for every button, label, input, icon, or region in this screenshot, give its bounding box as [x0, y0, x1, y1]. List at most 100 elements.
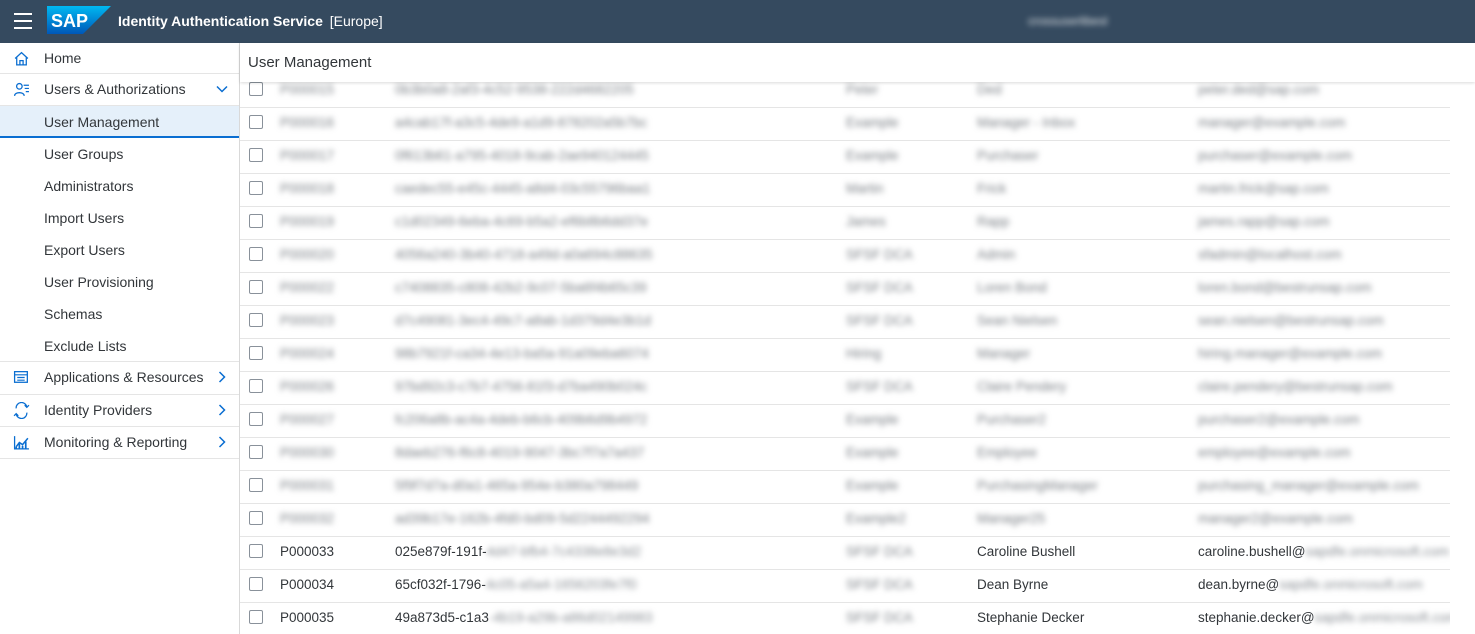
row-checkbox[interactable]	[249, 247, 263, 261]
email: james.rapp@sap.com	[1198, 214, 1330, 229]
email-hidden: sapdfe.onmicrosoft.com	[1314, 610, 1450, 625]
sidebar-item-user-provisioning[interactable]: User Provisioning	[0, 266, 239, 298]
user-id: P000017	[280, 148, 335, 163]
first-name: SFSF DCA	[846, 313, 913, 328]
last-name: Claire Pendery	[977, 379, 1067, 394]
app-title: Identity Authentication Service [Europe]	[118, 13, 383, 29]
sidebar-item-schemas[interactable]: Schemas	[0, 298, 239, 330]
email: purchasing_manager@example.com	[1198, 478, 1419, 493]
table-row[interactable]: P000018 caedec55-e45c-4445-a8d4-03c55796…	[240, 173, 1450, 207]
sidebar-item-user-groups[interactable]: User Groups	[0, 138, 239, 170]
table-row[interactable]: P000034 65cf032f-1796-4c05-a5a4-1656203f…	[240, 569, 1450, 603]
table-row[interactable]: P000030 8daeb276-f6c8-4019-9047-3bc7f7a7…	[240, 437, 1450, 471]
sap-logo[interactable]: SAP	[47, 6, 111, 34]
last-name: PurchasingManager	[977, 478, 1098, 493]
chevron-right-icon[interactable]	[215, 403, 229, 417]
nav-users-authorizations[interactable]: Users & Authorizations	[0, 74, 239, 106]
nav-home[interactable]: Home	[0, 43, 239, 74]
table-row[interactable]: P000031 5f9f7d7a-d0a1-465a-954e-b380a798…	[240, 470, 1450, 504]
sidebar-item-exclude-lists[interactable]: Exclude Lists	[0, 330, 239, 362]
chevron-right-icon[interactable]	[215, 435, 229, 449]
nav-identity-providers[interactable]: Identity Providers	[0, 395, 239, 427]
email: sean.nielsen@bestrunsap.com	[1198, 313, 1384, 328]
table-row[interactable]: P000035 49a873d5-c1a3-4b19-a29b-a86d0214…	[240, 602, 1450, 634]
row-checkbox[interactable]	[249, 478, 263, 492]
row-checkbox[interactable]	[249, 412, 263, 426]
sidebar-item-label: Exclude Lists	[44, 338, 127, 354]
user-menu[interactable]: crossuserlibesl	[1028, 14, 1107, 28]
region-label: [Europe]	[329, 13, 383, 29]
user-uuid: caedec55-e45c-4445-a8d4-03c55796baa1	[395, 181, 651, 196]
sidebar-item-user-management[interactable]: User Management	[0, 106, 239, 138]
uuid-hidden: -4b19-a29b-a86d02149983	[488, 610, 653, 625]
user-uuid: 49a873d5-c1a3-4b19-a29b-a86d02149983	[395, 610, 653, 625]
table-row[interactable]: P000032 ad39b17e-162b-4fd0-bd09-5d224449…	[240, 503, 1450, 537]
row-checkbox[interactable]	[249, 610, 263, 624]
row-checkbox[interactable]	[249, 379, 263, 393]
nav-identity-providers-label: Identity Providers	[44, 402, 153, 418]
table-row[interactable]: P000023 d7c49081-3ec4-49c7-a8ab-1d379d4e…	[240, 305, 1450, 339]
row-checkbox[interactable]	[249, 577, 263, 591]
last-name: Manager25	[977, 511, 1046, 526]
table-row[interactable]: P000015 0b3b0a8-2af3-4c52-9538-222d46822…	[240, 82, 1450, 108]
monitoring-icon	[13, 436, 29, 450]
user-id: P000034	[280, 577, 335, 592]
last-name: Purchaser2	[977, 412, 1047, 427]
first-name: Example	[846, 445, 899, 460]
sidebar-item-import-users[interactable]: Import Users	[0, 202, 239, 234]
users-submenu: User Management User Groups Administrato…	[0, 106, 239, 362]
sidebar-item-label: Import Users	[44, 210, 125, 226]
user-id: P000024	[280, 346, 335, 361]
table-row[interactable]: P000024 98b7921f-ca34-4e13-ba5a-91a09eba…	[240, 338, 1450, 372]
row-checkbox[interactable]	[249, 511, 263, 525]
row-checkbox[interactable]	[249, 544, 263, 558]
table-row[interactable]: P000020 4056a240-3b40-4718-a49d-a0a694c8…	[240, 239, 1450, 273]
table-row[interactable]: P000017 0f613b61-a795-4018-9cab-2ae94012…	[240, 140, 1450, 174]
row-checkbox[interactable]	[249, 313, 263, 327]
table-row[interactable]: P000019 c1d02349-6eba-4c69-b5a2-ef6b8b6d…	[240, 206, 1450, 240]
user-id: P000016	[280, 115, 335, 130]
uuid-hidden: 4c05-a5a4-1656203fe7f0	[485, 577, 637, 592]
table-row[interactable]: P000022 c7408835-c808-42b2-9c07-5ba6f4b6…	[240, 272, 1450, 306]
row-checkbox[interactable]	[249, 148, 263, 162]
last-name: Stephanie Decker	[977, 610, 1085, 625]
row-checkbox[interactable]	[249, 82, 263, 96]
sidebar-item-export-users[interactable]: Export Users	[0, 234, 239, 266]
table-row[interactable]: P000027 fc206a8b-ac4a-4deb-b6cb-409b6d9b…	[240, 404, 1450, 438]
row-checkbox[interactable]	[249, 280, 263, 294]
first-name: SFSF DCA	[846, 379, 913, 394]
row-checkbox[interactable]	[249, 181, 263, 195]
table-row[interactable]: P000033 025e879f-191f-4d47-bfb4-7c4338e8…	[240, 536, 1450, 570]
user-uuid: 0f613b61-a795-4018-9cab-2ae940124445	[395, 148, 649, 163]
last-name: Loren Bond	[977, 280, 1047, 295]
first-name: SFSF DCA	[846, 577, 913, 592]
last-name: Rapp	[977, 214, 1010, 229]
row-checkbox[interactable]	[249, 115, 263, 129]
first-name: Example	[846, 412, 899, 427]
app-title-text: Identity Authentication Service	[118, 13, 323, 29]
user-uuid: c1d02349-6eba-4c69-b5a2-ef6b8b6dd37e	[395, 214, 648, 229]
user-id: P000026	[280, 379, 335, 394]
last-name: Frick	[977, 181, 1007, 196]
row-checkbox[interactable]	[249, 346, 263, 360]
row-checkbox[interactable]	[249, 214, 263, 228]
sidebar-item-label: Administrators	[44, 178, 134, 194]
table-row[interactable]: P000016 a4cab17f-a3c5-4de9-a1d9-878202a5…	[240, 107, 1450, 141]
first-name: SFSF DCA	[846, 544, 913, 559]
side-navigation: Home Users & Authorizations User Managem…	[0, 43, 240, 634]
nav-monitoring-reporting[interactable]: Monitoring & Reporting	[0, 427, 239, 459]
last-name: Manager	[977, 346, 1031, 361]
row-checkbox[interactable]	[249, 445, 263, 459]
chevron-right-icon[interactable]	[215, 370, 229, 384]
chevron-down-icon[interactable]	[215, 82, 229, 96]
first-name: Example	[846, 478, 899, 493]
sidebar-item-label: User Groups	[44, 146, 124, 162]
nav-applications-resources[interactable]: Applications & Resources	[0, 362, 239, 395]
first-name: Peter	[846, 82, 879, 97]
first-name: Example	[846, 115, 899, 130]
user-uuid: d7c49081-3ec4-49c7-a8ab-1d379d4e3b1d	[395, 313, 651, 328]
menu-icon[interactable]	[14, 13, 32, 29]
last-name: Dean Byrne	[977, 577, 1049, 592]
sidebar-item-administrators[interactable]: Administrators	[0, 170, 239, 202]
table-row[interactable]: P000026 97bd92c3-c7b7-4756-81f3-d7ba490b…	[240, 371, 1450, 405]
